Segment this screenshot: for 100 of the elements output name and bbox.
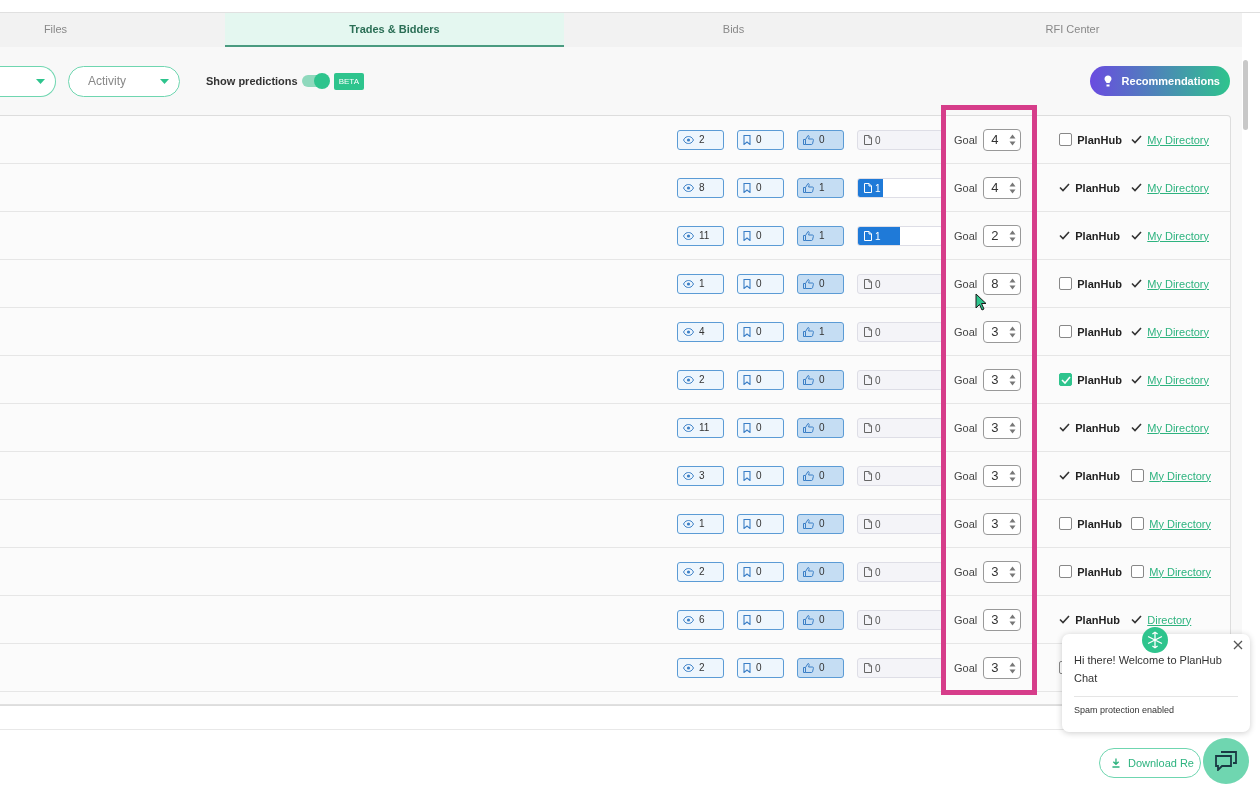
checkbox[interactable] (1131, 469, 1145, 482)
saves-count[interactable]: 0 (737, 129, 784, 150)
checkbox[interactable] (1131, 517, 1145, 530)
stepper-arrows-icon[interactable] (1009, 517, 1017, 530)
goal-stepper[interactable]: 3 (983, 464, 1022, 487)
views-count[interactable]: 2 (677, 129, 724, 150)
tab[interactable]: Trades & Bidders (225, 13, 564, 47)
likes-count[interactable]: 1 (797, 177, 844, 198)
goal-stepper[interactable]: 3 (983, 368, 1022, 391)
views-count[interactable]: 11 (677, 417, 724, 438)
saves-count[interactable]: 0 (737, 321, 784, 342)
documents-count: 0 (875, 374, 881, 386)
saves-count[interactable]: 0 (737, 465, 784, 486)
goal-stepper[interactable]: 2 (983, 224, 1022, 247)
goal-stepper[interactable]: 3 (983, 656, 1022, 679)
beta-badge: BETA (333, 72, 364, 90)
planhub-label: PlanHub (1077, 517, 1122, 530)
documents-count: 1 (875, 182, 881, 194)
saves-count[interactable]: 0 (737, 273, 784, 294)
saves-count[interactable]: 0 (737, 177, 784, 198)
filter-dropdown[interactable]: Activity (68, 65, 180, 97)
saves-count[interactable]: 0 (737, 561, 784, 582)
bookmark-icon (743, 182, 751, 193)
views-count[interactable]: 1 (677, 513, 724, 534)
saves-count[interactable]: 0 (737, 417, 784, 438)
thumbs-up-icon (803, 470, 814, 481)
stepper-arrows-icon[interactable] (1009, 469, 1017, 482)
checkbox[interactable] (1131, 565, 1145, 578)
stepper-arrows-icon[interactable] (1009, 373, 1017, 386)
documents-count: 0 (875, 326, 881, 338)
views-count[interactable]: 3 (677, 465, 724, 486)
document-icon (864, 135, 872, 145)
likes-count[interactable]: 0 (797, 657, 844, 678)
likes-count[interactable]: 0 (797, 273, 844, 294)
goal-stepper[interactable]: 3 (983, 416, 1022, 439)
views-count[interactable]: 8 (677, 177, 724, 198)
checkbox[interactable] (1059, 325, 1073, 338)
views-count[interactable]: 2 (677, 561, 724, 582)
goal-label: Goal (954, 469, 978, 482)
scrollbar-thumb[interactable] (1243, 60, 1248, 130)
goal-label: Goal (954, 517, 978, 530)
stepper-arrows-icon[interactable] (1009, 133, 1017, 146)
saves-count[interactable]: 0 (737, 609, 784, 630)
views-count[interactable]: 4 (677, 321, 724, 342)
goal-stepper[interactable]: 3 (983, 608, 1022, 631)
views-count[interactable]: 1 (677, 273, 724, 294)
goal-stepper[interactable]: 4 (983, 128, 1022, 151)
likes-count[interactable]: 1 (797, 225, 844, 246)
stepper-arrows-icon[interactable] (1009, 565, 1017, 578)
views-count[interactable]: 11 (677, 225, 724, 246)
check-icon (1059, 231, 1071, 240)
likes-count[interactable]: 0 (797, 129, 844, 150)
likes-count[interactable]: 0 (797, 513, 844, 534)
saves-count[interactable]: 0 (737, 369, 784, 390)
saves-count[interactable]: 0 (737, 657, 784, 678)
likes-count[interactable]: 0 (797, 609, 844, 630)
checkbox[interactable] (1059, 373, 1073, 386)
check-icon (1131, 375, 1143, 384)
checkbox[interactable] (1059, 277, 1073, 290)
documents-count: 0 (875, 614, 881, 626)
goal-label: Goal (954, 565, 978, 578)
checkbox[interactable] (1059, 565, 1073, 578)
recommendations-button[interactable]: Recommendations (1089, 66, 1230, 96)
goal-stepper[interactable]: 3 (983, 560, 1022, 583)
stepper-arrows-icon[interactable] (1009, 421, 1017, 434)
documents-count: 0 (875, 134, 881, 146)
stepper-arrows-icon[interactable] (1009, 277, 1017, 290)
checkbox[interactable] (1059, 133, 1073, 146)
views-count[interactable]: 2 (677, 369, 724, 390)
stepper-arrows-icon[interactable] (1009, 613, 1017, 626)
documents-count: 0 (875, 566, 881, 578)
goal-stepper[interactable]: 3 (983, 320, 1022, 343)
document-icon (864, 663, 872, 673)
likes-count[interactable]: 0 (797, 561, 844, 582)
planhub-label: PlanHub (1075, 469, 1120, 482)
likes-count[interactable]: 0 (797, 417, 844, 438)
goal-label: Goal (954, 613, 978, 626)
stepper-arrows-icon[interactable] (1009, 661, 1017, 674)
stepper-arrows-icon[interactable] (1009, 181, 1017, 194)
views-count[interactable]: 6 (677, 609, 724, 630)
documents-count: 0 (875, 422, 881, 434)
chat-button[interactable] (1203, 738, 1249, 784)
saves-count[interactable]: 0 (737, 513, 784, 534)
stepper-arrows-icon[interactable] (1009, 325, 1017, 338)
likes-count[interactable]: 0 (797, 465, 844, 486)
checkbox[interactable] (1059, 517, 1073, 530)
check-icon (1131, 231, 1143, 240)
views-count[interactable]: 2 (677, 657, 724, 678)
goal-stepper[interactable]: 8 (983, 272, 1022, 295)
goal-stepper[interactable]: 4 (983, 176, 1022, 199)
likes-count[interactable]: 1 (797, 321, 844, 342)
goal-stepper[interactable]: 3 (983, 512, 1022, 535)
document-icon (864, 567, 872, 577)
stepper-arrows-icon[interactable] (1009, 229, 1017, 242)
documents-count: 0 (875, 662, 881, 674)
close-icon[interactable] (1232, 639, 1244, 651)
documents-count: 0 (875, 518, 881, 530)
likes-count[interactable]: 0 (797, 369, 844, 390)
predictions-toggle[interactable] (301, 75, 328, 87)
saves-count[interactable]: 0 (737, 225, 784, 246)
